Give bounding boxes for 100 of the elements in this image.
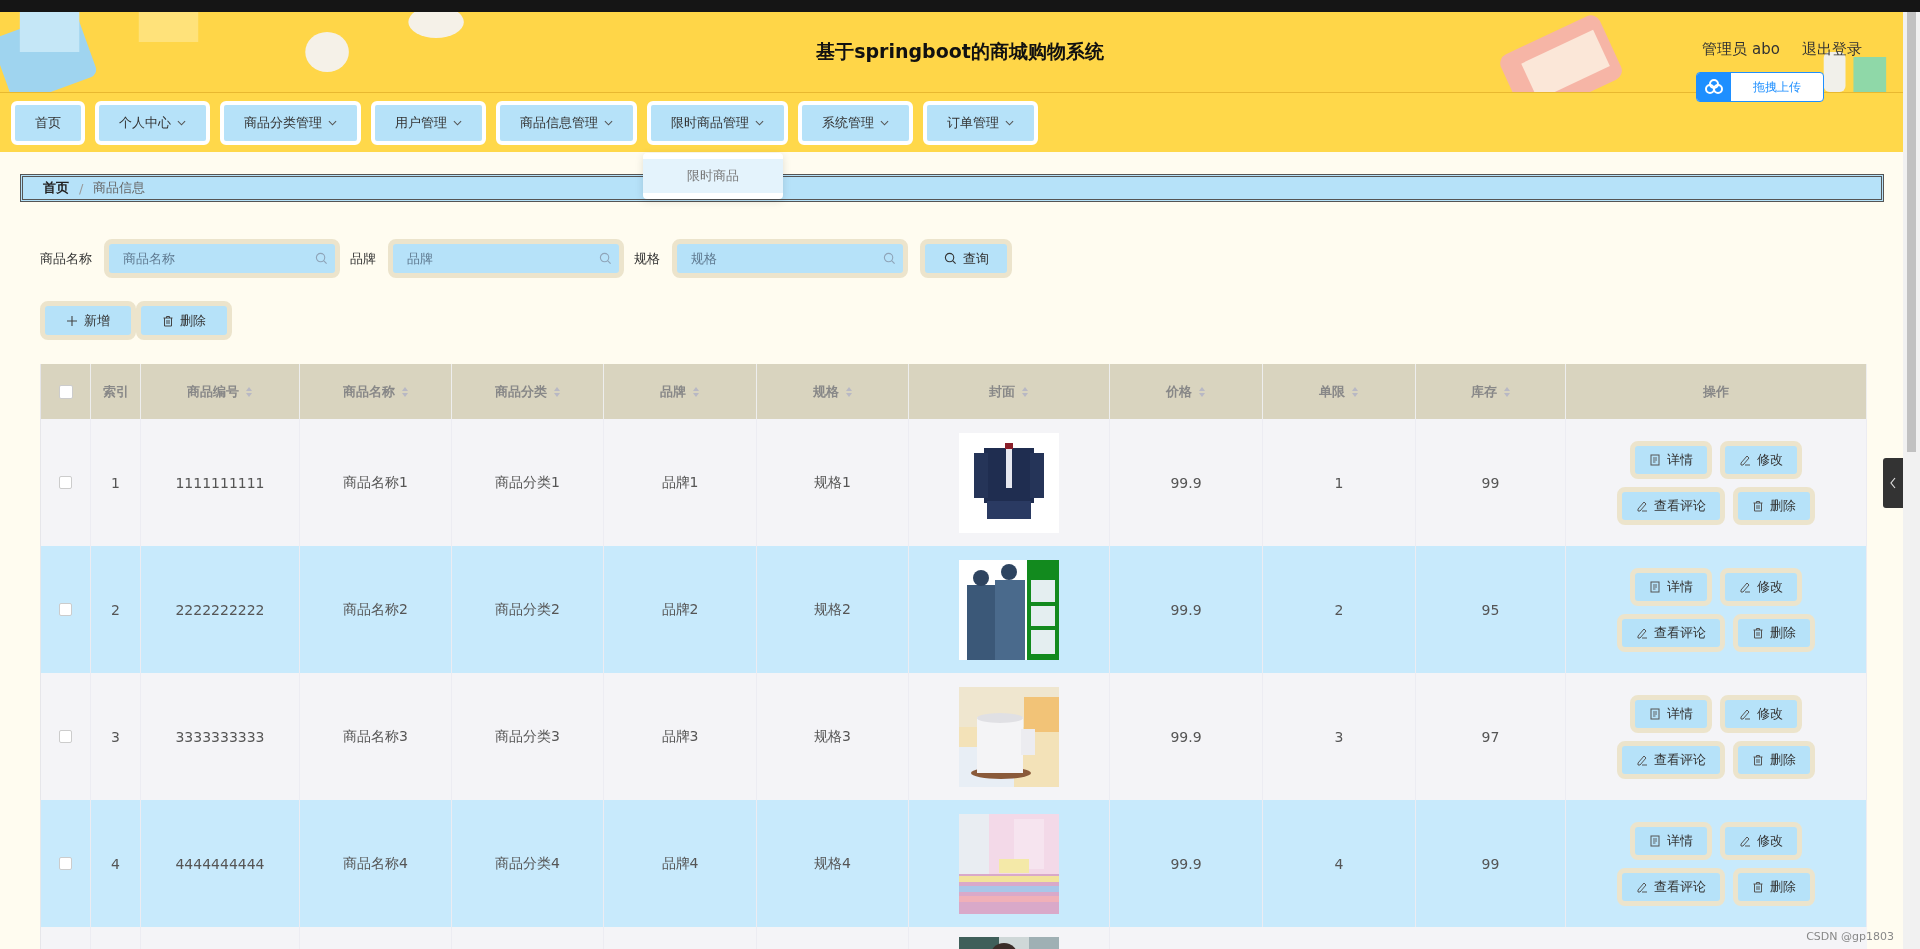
sort-icon[interactable] xyxy=(552,385,561,398)
table-cell: 2 xyxy=(111,601,120,618)
comments-button[interactable]: 查看评论 xyxy=(1617,486,1725,525)
nav-menu-item[interactable]: 系统管理 xyxy=(798,100,913,145)
table-cell: 商品分类3 xyxy=(495,727,560,746)
table-cell: 品牌4 xyxy=(661,854,699,873)
table-cell: 商品分类2 xyxy=(495,600,560,619)
comments-button[interactable]: 查看评论 xyxy=(1617,613,1725,652)
side-panel-toggle[interactable] xyxy=(1883,458,1903,508)
caret-icon xyxy=(328,119,337,126)
table-cell: 95 xyxy=(1481,601,1500,618)
pencil-icon xyxy=(1739,834,1751,847)
table-cell: 规格3 xyxy=(814,727,851,746)
edit-button[interactable]: 修改 xyxy=(1720,440,1802,479)
nav-menu-item[interactable]: 用户管理 xyxy=(371,100,486,145)
table-cell: 商品名称4 xyxy=(343,854,408,873)
field-label: 商品名称 xyxy=(40,249,92,268)
details-button[interactable]: 详情 xyxy=(1630,821,1712,860)
search-field[interactable]: 品牌 xyxy=(388,239,624,278)
delete-button[interactable]: 删除 xyxy=(1733,740,1815,779)
sort-icon[interactable] xyxy=(1502,385,1511,398)
nav-menu-item[interactable]: 个人中心 xyxy=(95,100,210,145)
search-field[interactable]: 商品名称 xyxy=(104,239,340,278)
sort-icon[interactable] xyxy=(400,385,409,398)
comments-button[interactable]: 查看评论 xyxy=(1617,867,1725,906)
details-button[interactable]: 详情 xyxy=(1630,694,1712,733)
table-cell: 商品名称1 xyxy=(343,473,408,492)
details-button[interactable]: 详情 xyxy=(1630,567,1712,606)
site-title: 基于springboot的商城购物系统 xyxy=(816,39,1104,64)
sort-icon[interactable] xyxy=(692,385,700,398)
table-cell: 品牌1 xyxy=(661,473,699,492)
pencil-icon xyxy=(1739,707,1751,720)
sort-icon[interactable] xyxy=(1021,385,1029,398)
breadcrumb-separator: / xyxy=(79,180,84,196)
row-checkbox[interactable] xyxy=(59,603,72,616)
checkbox[interactable] xyxy=(58,384,73,399)
table-cell: 1111111111 xyxy=(175,474,265,491)
chevron-left-icon xyxy=(1889,477,1897,489)
table-cell: 规格1 xyxy=(814,473,851,492)
trash-icon xyxy=(1752,753,1764,766)
trash-icon xyxy=(162,314,174,327)
table-cell: 3333333333 xyxy=(175,728,265,745)
table-cell: 97 xyxy=(1481,728,1500,745)
sort-icon[interactable] xyxy=(245,385,253,398)
pencil-icon xyxy=(1636,880,1648,893)
search-icon xyxy=(943,252,957,265)
caret-icon xyxy=(453,119,462,126)
comments-button[interactable]: 查看评论 xyxy=(1617,740,1725,779)
trash-icon xyxy=(1752,880,1764,893)
table-cell: 99 xyxy=(1481,855,1500,872)
search-button[interactable]: 查询 xyxy=(920,239,1012,278)
pencil-icon xyxy=(1636,626,1648,639)
table-cell: 4 xyxy=(1334,855,1344,872)
table-cell: 99.9 xyxy=(1170,601,1202,618)
sort-icon[interactable] xyxy=(844,385,853,398)
search-field[interactable]: 规格 xyxy=(672,239,908,278)
nav-menu-item[interactable]: 商品信息管理 xyxy=(496,100,637,145)
table-cell: 99.9 xyxy=(1170,855,1202,872)
table-cell: 规格2 xyxy=(814,600,851,619)
watermark-text: CSDN @gp1803 xyxy=(1806,930,1894,943)
table-cell: 2222222222 xyxy=(175,601,265,618)
pencil-icon xyxy=(1636,499,1648,512)
table-cell: 99.9 xyxy=(1170,474,1202,491)
table-cell: 2 xyxy=(1334,601,1344,618)
edit-button[interactable]: 修改 xyxy=(1720,567,1802,606)
table-cell: 99 xyxy=(1481,474,1500,491)
nav-menu-item[interactable]: 商品分类管理 xyxy=(220,100,361,145)
column-header: 操作 xyxy=(1703,382,1729,401)
cloud-icon xyxy=(1697,73,1731,101)
details-button[interactable]: 详情 xyxy=(1630,440,1712,479)
table-cell: 3 xyxy=(1334,728,1344,745)
delete-button[interactable]: 删除 xyxy=(136,301,232,340)
edit-button[interactable]: 修改 xyxy=(1720,821,1802,860)
pencil-icon xyxy=(1739,453,1751,466)
add-button[interactable]: 新增 xyxy=(40,301,136,340)
row-checkbox[interactable] xyxy=(59,476,72,489)
sort-icon[interactable] xyxy=(1198,385,1206,398)
field-label: 规格 xyxy=(634,249,660,268)
edit-button[interactable]: 修改 xyxy=(1720,694,1802,733)
delete-button[interactable]: 删除 xyxy=(1733,613,1815,652)
row-checkbox[interactable] xyxy=(59,857,72,870)
delete-button[interactable]: 删除 xyxy=(1733,867,1815,906)
trash-icon xyxy=(1752,499,1764,512)
table-cell: 品牌2 xyxy=(661,600,699,619)
table-cell: 4 xyxy=(111,855,120,872)
table-cell: 商品分类1 xyxy=(495,473,560,492)
nav-menu-item[interactable]: 限时商品管理 xyxy=(647,100,788,145)
row-checkbox[interactable] xyxy=(59,730,72,743)
sort-icon[interactable] xyxy=(1351,385,1359,398)
dropdown-item[interactable]: 限时商品 xyxy=(643,158,783,193)
table-cell: 规格4 xyxy=(814,854,851,873)
breadcrumb-item[interactable]: 首页 xyxy=(43,179,69,197)
scrollbar[interactable] xyxy=(1903,12,1920,949)
pencil-icon xyxy=(1636,753,1648,766)
nav-menu-item[interactable]: 订单管理 xyxy=(923,100,1038,145)
nav-menu-item[interactable]: 首页 xyxy=(11,100,85,145)
breadcrumb-item: 商品信息 xyxy=(93,179,146,197)
caret-icon xyxy=(1005,119,1014,126)
search-icon xyxy=(599,252,612,265)
delete-button[interactable]: 删除 xyxy=(1733,486,1815,525)
